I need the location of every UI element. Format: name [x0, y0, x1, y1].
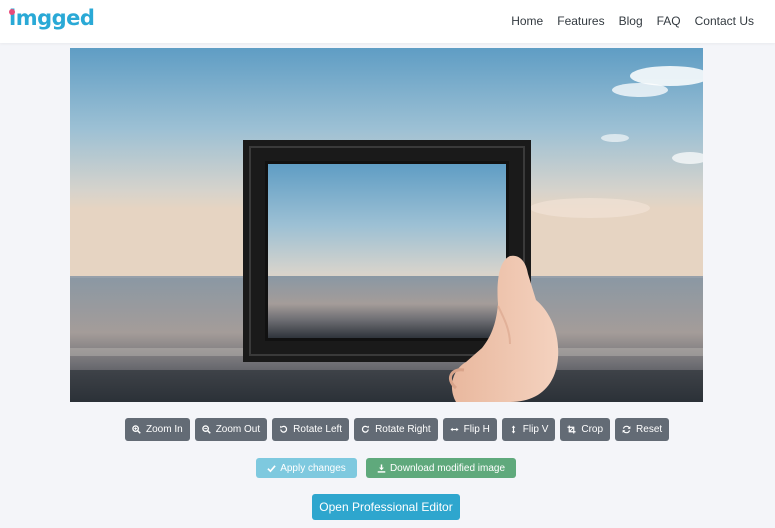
flip-horizontal-icon — [450, 427, 459, 432]
nav-link-faq[interactable]: FAQ — [657, 14, 681, 28]
flip-vertical-button[interactable]: Flip V — [501, 418, 556, 441]
navbar: imgged Home Features Blog FAQ Contact Us — [0, 0, 775, 43]
download-image-label: Download modified image — [389, 462, 506, 474]
image-toolbar: Zoom In Zoom Out Rotate Left Rotate Righ… — [125, 418, 670, 441]
zoom-in-icon — [132, 425, 141, 434]
nav-link-features[interactable]: Features — [557, 14, 604, 28]
open-professional-editor-button[interactable]: Open Professional Editor — [312, 494, 460, 520]
rotate-right-label: Rotate Right — [375, 424, 431, 435]
logo-dot-icon — [9, 9, 15, 15]
flip-horizontal-label: Flip H — [463, 424, 490, 435]
zoom-in-button[interactable]: Zoom In — [125, 418, 190, 441]
apply-changes-label: Apply changes — [280, 462, 346, 474]
rotate-right-button[interactable]: Rotate Right — [354, 418, 438, 441]
reset-button[interactable]: Reset — [615, 418, 670, 441]
crop-icon — [567, 425, 576, 434]
apply-changes-button[interactable]: Apply changes — [256, 458, 357, 478]
rotate-left-label: Rotate Left — [293, 424, 343, 435]
rotate-left-button[interactable]: Rotate Left — [272, 418, 350, 441]
edited-image — [70, 48, 703, 402]
download-image-button[interactable]: Download modified image — [366, 458, 516, 478]
nav-link-contact-us[interactable]: Contact Us — [695, 14, 754, 28]
flip-horizontal-button[interactable]: Flip H — [442, 418, 497, 441]
flip-vertical-icon — [511, 425, 516, 434]
zoom-out-icon — [201, 425, 211, 434]
image-canvas[interactable] — [70, 48, 703, 402]
check-icon — [267, 464, 276, 472]
crop-label: Crop — [581, 424, 604, 435]
download-icon — [377, 463, 386, 473]
nav-link-home[interactable]: Home — [511, 14, 543, 28]
crop-button[interactable]: Crop — [560, 418, 611, 441]
main-nav: Home Features Blog FAQ Contact Us — [511, 14, 754, 28]
flip-vertical-label: Flip V — [522, 424, 549, 435]
zoom-in-label: Zoom In — [146, 424, 183, 435]
brand-logo[interactable]: imgged — [9, 6, 95, 30]
nav-link-blog[interactable]: Blog — [619, 14, 643, 28]
reset-label: Reset — [636, 424, 663, 435]
reset-icon — [622, 425, 631, 434]
zoom-out-label: Zoom Out — [215, 424, 261, 435]
rotate-right-icon — [361, 425, 369, 433]
rotate-left-icon — [280, 425, 288, 433]
picture-frame — [243, 140, 531, 362]
zoom-out-button[interactable]: Zoom Out — [194, 418, 268, 441]
